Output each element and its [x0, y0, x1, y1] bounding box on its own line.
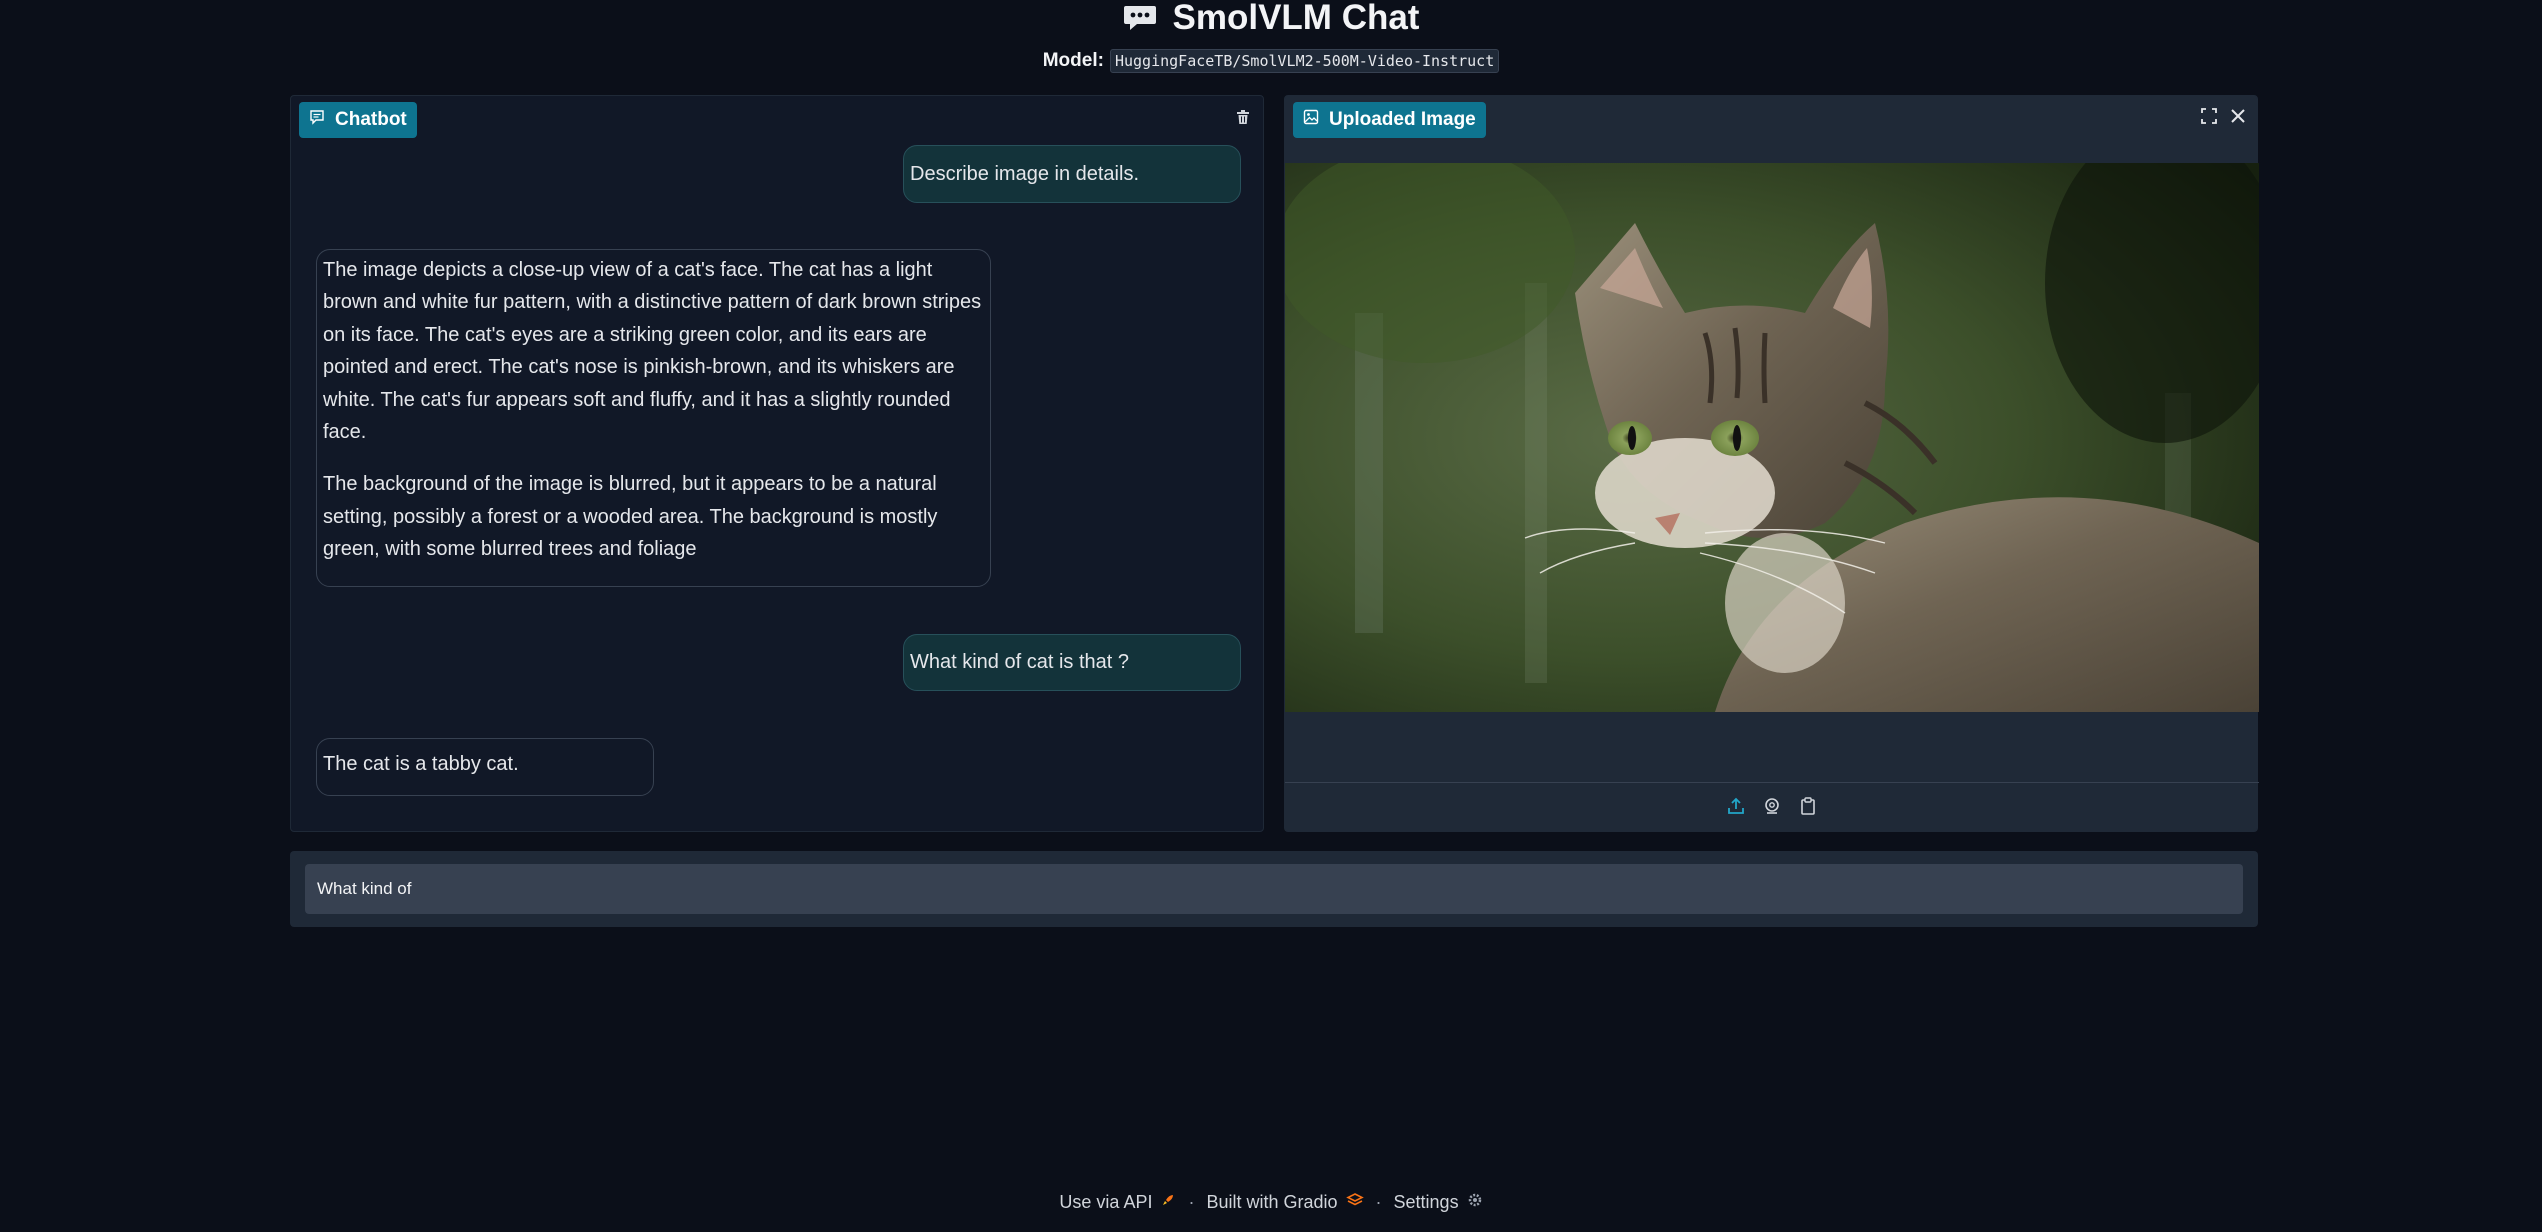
gradio-logo-icon	[1345, 1192, 1364, 1213]
image-panel: Uploaded Image	[1284, 95, 2259, 833]
user-message: Describe image in details.	[903, 145, 1241, 203]
webcam-icon	[1762, 796, 1782, 821]
assistant-message: The cat is a tabby cat.	[316, 738, 654, 796]
model-info: Model: HuggingFaceTB/SmolVLM2-500M-Video…	[0, 47, 2542, 75]
message-paragraph: The background of the image is blurred, …	[323, 473, 938, 561]
chatbot-label: Chatbot	[299, 102, 417, 138]
message-text: What kind of cat is that ?	[910, 651, 1129, 673]
clear-image-button[interactable]	[2224, 104, 2252, 132]
use-via-api-link[interactable]: Use via API	[1059, 1192, 1176, 1213]
clipboard-icon	[1798, 796, 1818, 821]
message-input-panel	[290, 851, 2258, 927]
image-source-toolbar	[1285, 782, 2259, 833]
model-name: HuggingFaceTB/SmolVLM2-500M-Video-Instru…	[1109, 49, 1500, 73]
settings-label: Settings	[1393, 1191, 1459, 1212]
image-icon	[1303, 109, 1319, 131]
upload-button[interactable]	[1724, 796, 1748, 820]
chatbot-label-text: Chatbot	[335, 109, 407, 130]
app-title: SmolVLM Chat	[1172, 0, 1420, 37]
built-with-gradio-label: Built with Gradio	[1206, 1191, 1338, 1212]
image-label: Uploaded Image	[1293, 102, 1486, 138]
message-paragraph: The image depicts a close-up view of a c…	[323, 259, 982, 444]
chat-bubble-icon	[1123, 4, 1157, 32]
rocket-icon	[1160, 1192, 1176, 1213]
use-via-api-label: Use via API	[1059, 1191, 1153, 1212]
model-label: Model:	[1042, 50, 1104, 71]
app-header: SmolVLM Chat Model: HuggingFaceTB/SmolVL…	[0, 0, 2542, 82]
fullscreen-icon	[2200, 107, 2218, 130]
built-with-gradio-link[interactable]: Built with Gradio	[1206, 1191, 1364, 1213]
chatbot-panel: Chatbot Describe image in details. The i…	[290, 95, 1264, 832]
message-input[interactable]	[305, 864, 2243, 914]
title-row: SmolVLM Chat	[0, 0, 2542, 36]
close-icon	[2229, 107, 2247, 130]
uploaded-cat-image	[1285, 163, 2259, 712]
settings-link[interactable]: Settings	[1394, 1192, 1483, 1213]
message-paragraph: The cat is a tabby cat.	[323, 753, 519, 775]
footer-separator: ·	[1188, 1191, 1195, 1212]
clear-chat-button[interactable]	[1228, 104, 1258, 134]
upload-icon	[1726, 796, 1746, 821]
user-message: What kind of cat is that ?	[903, 634, 1241, 691]
footer: Use via API · Built with Gradio · Settin…	[0, 1188, 2542, 1216]
gear-icon	[1467, 1192, 1483, 1213]
footer-separator: ·	[1375, 1191, 1382, 1212]
assistant-message: The image depicts a close-up view of a c…	[316, 249, 991, 587]
fullscreen-button[interactable]	[2195, 104, 2223, 132]
chat-icon	[309, 109, 325, 131]
trash-icon	[1234, 108, 1252, 131]
paste-clipboard-button[interactable]	[1796, 796, 1820, 820]
message-text: Describe image in details.	[910, 163, 1139, 185]
image-label-text: Uploaded Image	[1329, 109, 1476, 130]
webcam-button[interactable]	[1760, 796, 1784, 820]
